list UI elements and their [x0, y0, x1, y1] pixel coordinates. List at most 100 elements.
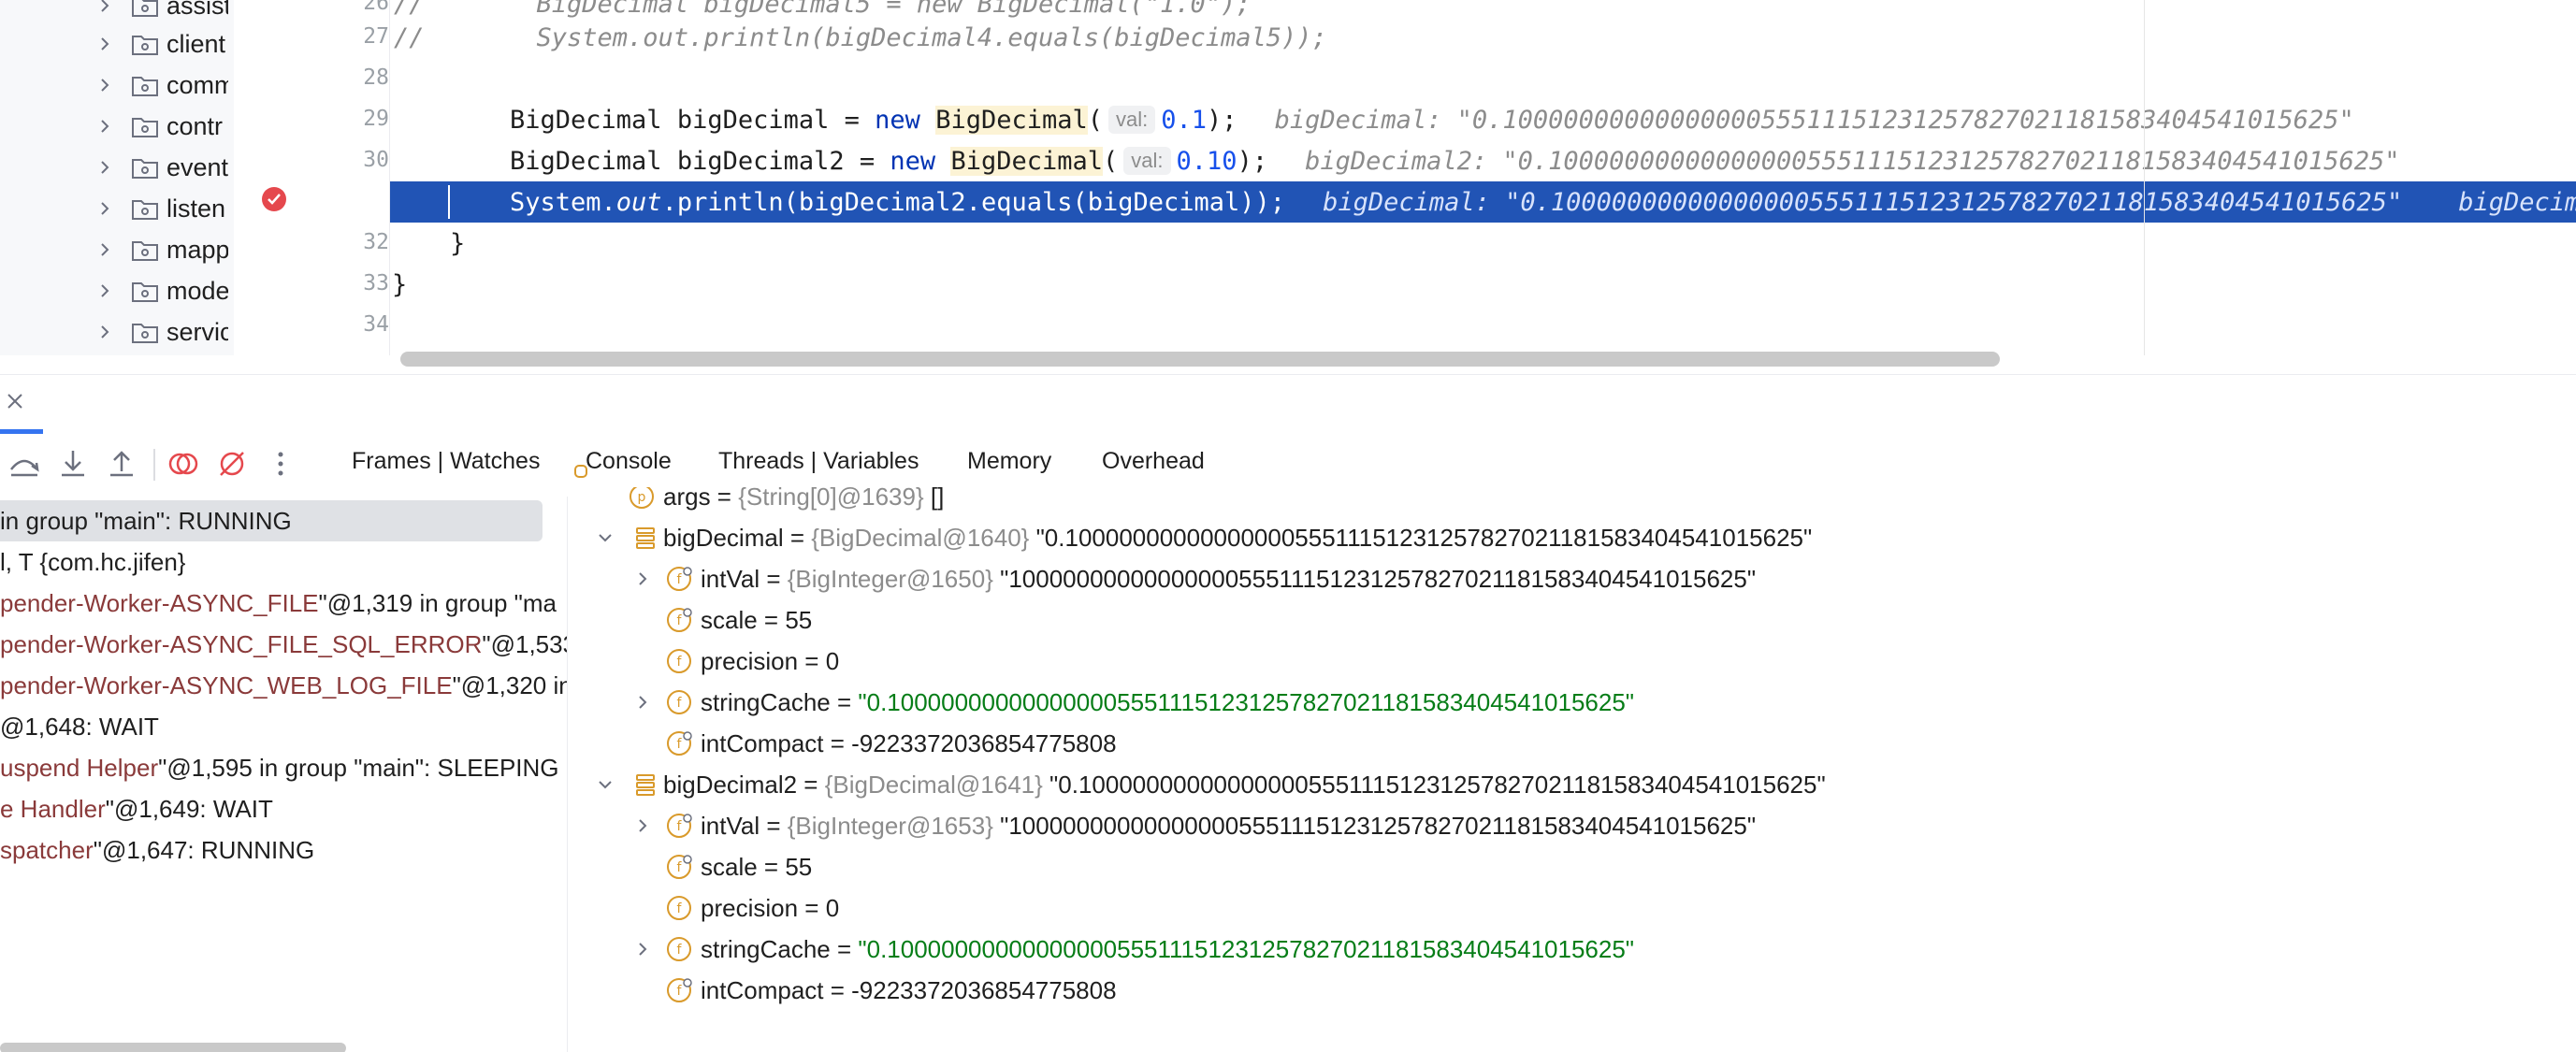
variable-value: 0: [825, 893, 840, 922]
editor-horizontal-scrollbar[interactable]: [400, 352, 2000, 367]
chevron-right-icon[interactable]: [97, 36, 112, 51]
variable-name: scale: [701, 605, 758, 634]
chevron-right-icon[interactable]: [97, 283, 112, 298]
variable-row[interactable]: bigDecimal2 = {BigDecimal@1641} "0.10000…: [568, 764, 2576, 805]
paren: (: [1087, 105, 1104, 135]
thread-status: "@1,319 in group "ma: [318, 588, 557, 617]
tree-item-label: assist: [166, 0, 232, 20]
chevron-right-icon[interactable]: [97, 78, 112, 93]
equals-sign: =: [783, 523, 812, 552]
variable-value: "0.1000000000000000055511151231257827021…: [1029, 523, 1813, 552]
package-folder-icon: [132, 159, 158, 179]
thread-name: uspend Helper: [0, 753, 159, 782]
svg-text:f: f: [677, 737, 683, 752]
chevron-right-icon[interactable]: [97, 242, 112, 257]
type-name: BigDecimal: [510, 146, 662, 176]
svg-text:f: f: [677, 984, 683, 999]
more-options-icon[interactable]: [262, 445, 299, 483]
tree-item[interactable]: mapp: [0, 229, 234, 270]
variable-row[interactable]: f intCompact = -9223372036854775808: [568, 723, 2576, 764]
type-name: BigDecimal: [510, 105, 662, 135]
project-tree: assist client comm contr event listen ma…: [0, 0, 234, 355]
variable-row[interactable]: f intVal = {BigInteger@1650} "1000000000…: [568, 558, 2576, 599]
variable-row[interactable]: f intVal = {BigInteger@1653} "1000000000…: [568, 805, 2576, 846]
code-text: out: [615, 187, 662, 217]
variable-value: 55: [785, 852, 813, 881]
thread-row[interactable]: @1,648: WAIT: [0, 706, 567, 747]
tab-frames-watches[interactable]: Frames | Watches: [352, 448, 540, 475]
breakpoint-icon[interactable]: [260, 185, 288, 213]
variable-row[interactable]: f scale = 55: [568, 599, 2576, 641]
thread-row[interactable]: pender-Worker-ASYNC_FILE "@1,319 in group…: [0, 583, 567, 624]
variable-row[interactable]: bigDecimal = {BigDecimal@1640} "0.100000…: [568, 517, 2576, 558]
equals-sign: =: [760, 564, 788, 593]
variable-row[interactable]: f stringCache = "0.100000000000000005551…: [568, 682, 2576, 723]
mute-breakpoints-icon[interactable]: [213, 445, 251, 483]
chevron-down-icon[interactable]: [598, 530, 613, 545]
thread-row[interactable]: in group "main": RUNNING: [0, 500, 543, 541]
debug-tool-window: Frames | Watches Console Threads | Varia…: [0, 374, 2576, 1052]
var-decl: bigDecimal2 =: [661, 146, 890, 176]
thread-row[interactable]: uspend Helper "@1,595 in group "main": SL…: [0, 747, 567, 788]
tab-memory[interactable]: Memory: [967, 448, 1051, 475]
keyword-new: new: [875, 105, 920, 135]
thread-row[interactable]: spatcher "@1,647: RUNNING: [0, 829, 567, 871]
chevron-right-icon[interactable]: [635, 942, 650, 957]
line-number: 33: [363, 271, 389, 295]
thread-row[interactable]: pender-Worker-ASYNC_WEB_LOG_FILE "@1,320 …: [0, 665, 567, 706]
step-into-icon[interactable]: [54, 445, 92, 483]
close-icon[interactable]: [6, 392, 24, 411]
variable-row[interactable]: f precision = 0: [568, 887, 2576, 929]
tree-item[interactable]: servic: [0, 311, 234, 353]
tree-item[interactable]: event: [0, 147, 234, 188]
step-out-icon[interactable]: [103, 445, 140, 483]
svg-text:f: f: [677, 572, 683, 587]
variable-row[interactable]: f precision = 0: [568, 641, 2576, 682]
chevron-right-icon[interactable]: [97, 201, 112, 216]
tab-console[interactable]: Console: [586, 448, 672, 475]
variable-name: stringCache: [701, 934, 831, 963]
variable-value: -9223372036854775808: [851, 728, 1117, 757]
variable-name: intVal: [701, 564, 760, 593]
code-text: System.: [510, 187, 616, 217]
chevron-right-icon[interactable]: [635, 818, 650, 833]
tree-item-label: listen: [166, 194, 226, 223]
final-field-icon: f: [667, 978, 692, 1002]
code-editor[interactable]: // BigDecimal bigDecimal5 = new BigDecima…: [390, 0, 2576, 355]
tree-item[interactable]: comm: [0, 65, 234, 106]
line-number: 27: [363, 24, 389, 49]
svg-text:f: f: [677, 901, 683, 916]
step-over-icon[interactable]: [6, 445, 43, 483]
chevron-right-icon[interactable]: [97, 0, 112, 13]
chevron-right-icon[interactable]: [97, 160, 112, 175]
field-icon: f: [667, 937, 691, 961]
thread-row[interactable]: pender-Worker-ASYNC_FILE_SQL_ERROR "@1,53…: [0, 624, 567, 665]
comment-text: System.out.println(bigDecimal4.equals(bi…: [536, 22, 1327, 52]
tab-threads-variables[interactable]: Threads | Variables: [718, 448, 919, 475]
svg-text:f: f: [677, 860, 683, 875]
variable-row[interactable]: f intCompact = -9223372036854775808: [568, 970, 2576, 1011]
variable-row[interactable]: p args = {String[0]@1639} []: [568, 487, 2576, 517]
chevron-right-icon[interactable]: [635, 571, 650, 586]
thread-row[interactable]: e Handler "@1,649: WAIT: [0, 788, 567, 829]
thread-status: "@1,533: [482, 629, 567, 658]
view-breakpoints-icon[interactable]: [165, 445, 202, 483]
svg-text:f: f: [677, 943, 683, 958]
final-field-icon: f: [667, 814, 692, 838]
tree-item[interactable]: client: [0, 23, 234, 65]
variable-name: precision: [701, 646, 799, 675]
brace: }: [392, 269, 408, 299]
paren: );: [1237, 146, 1268, 176]
tree-item[interactable]: mode: [0, 270, 234, 311]
tree-item[interactable]: assist: [0, 0, 234, 26]
chevron-down-icon[interactable]: [598, 777, 613, 792]
tree-item[interactable]: contr: [0, 106, 234, 147]
tree-item[interactable]: listen: [0, 188, 234, 229]
chevron-right-icon[interactable]: [97, 324, 112, 339]
variable-row[interactable]: f scale = 55: [568, 846, 2576, 887]
chevron-right-icon[interactable]: [97, 119, 112, 134]
variable-row[interactable]: f stringCache = "0.100000000000000005551…: [568, 929, 2576, 970]
thread-row[interactable]: l, T {com.hc.jifen}: [0, 541, 567, 583]
tab-overhead[interactable]: Overhead: [1102, 448, 1205, 475]
chevron-right-icon[interactable]: [635, 695, 650, 710]
